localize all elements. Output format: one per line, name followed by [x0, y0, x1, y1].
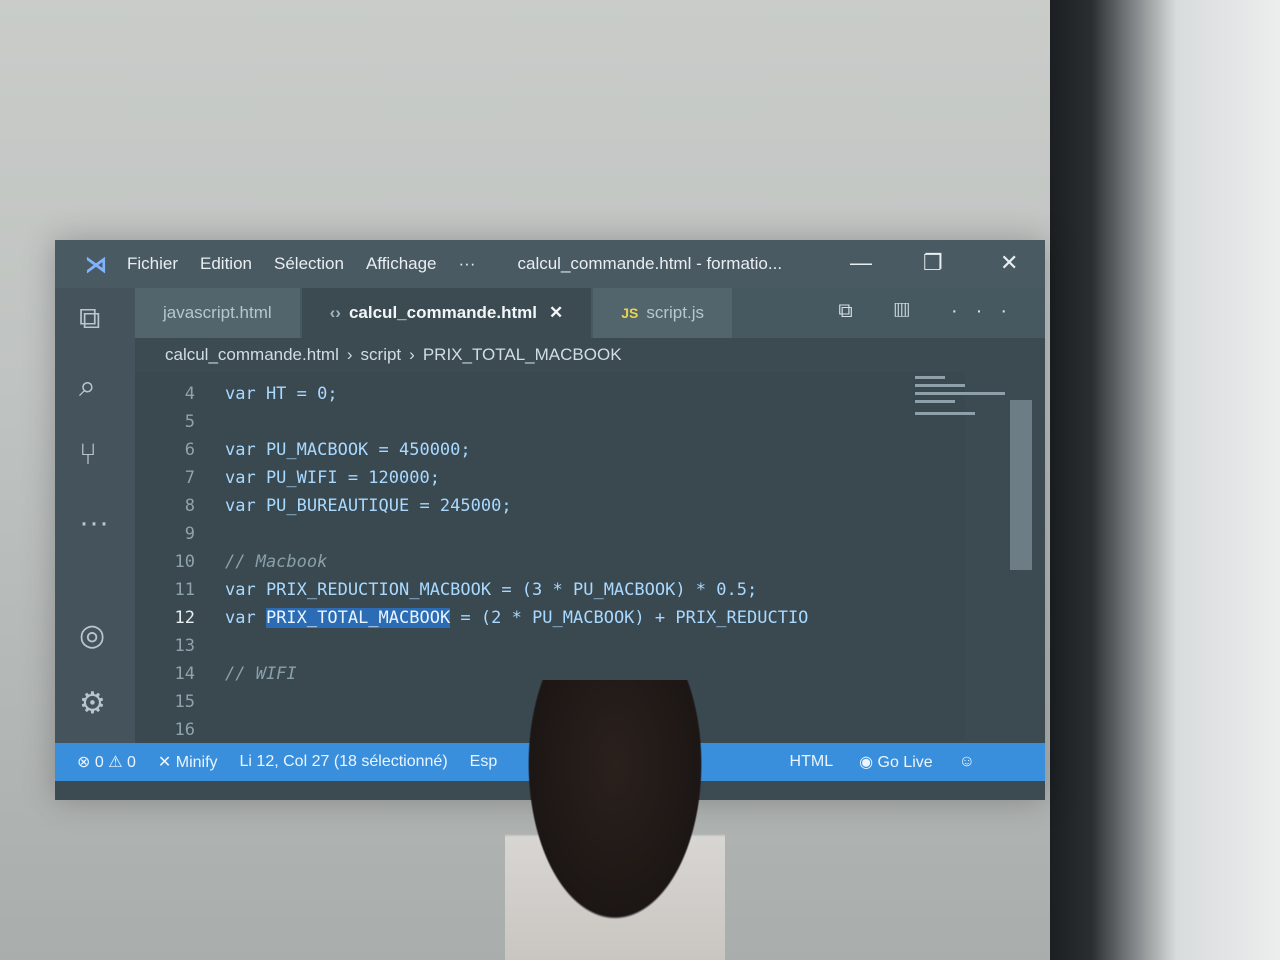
close-tab-icon[interactable]: ✕ [549, 303, 563, 323]
go-live-button[interactable]: ◉ Go Live [859, 752, 933, 772]
audience-person-silhouette [505, 680, 725, 960]
language-mode[interactable]: HTML [790, 753, 834, 771]
code-line: 10 // Macbook [135, 548, 328, 575]
breadcrumb-script[interactable]: script [361, 345, 402, 365]
js-file-icon: JS [621, 305, 639, 321]
source-control-icon[interactable]: ⑂ [79, 438, 97, 472]
code-line: 13 [135, 632, 225, 659]
line-number: 7 [184, 467, 195, 488]
menu-selection[interactable]: Sélection [274, 254, 344, 274]
code-text: var HT = 0; [225, 383, 338, 404]
line-number: 14 [174, 663, 195, 684]
code-line: 8 var PU_BUREAUTIQUE = 245000; [135, 492, 512, 519]
indentation-status[interactable]: Esp [470, 753, 498, 771]
tab-calcul-commande-html[interactable]: ‹› calcul_commande.html ✕ [301, 288, 592, 338]
code-line: 14 // WIFI [135, 660, 297, 687]
vscode-logo-icon: ⋊ [85, 252, 107, 277]
restore-button[interactable]: ❐ [923, 250, 943, 276]
code-comment: // WIFI [225, 663, 297, 684]
breadcrumb: calcul_commande.html › script › PRIX_TOT… [165, 340, 622, 370]
more-icon[interactable]: ··· [79, 506, 109, 540]
minimize-button[interactable]: — [850, 250, 872, 276]
selected-text: PRIX_TOTAL_MACBOOK [265, 607, 451, 628]
code-text: var PU_MACBOOK = 450000; [225, 439, 471, 460]
code-line: 4 var HT = 0; [135, 380, 338, 407]
tab-javascript-html[interactable]: javascript.html [135, 288, 300, 338]
menu-edition[interactable]: Edition [200, 254, 252, 274]
code-text: var [225, 607, 266, 628]
line-number: 15 [174, 691, 195, 712]
code-comment: // Macbook [225, 551, 328, 572]
breadcrumb-file[interactable]: calcul_commande.html [165, 345, 339, 365]
code-line: 7 var PU_WIFI = 120000; [135, 464, 440, 491]
tab-label: script.js [646, 303, 704, 322]
code-line: 16 [135, 716, 225, 743]
code-text: = (2 * PU_MACBOOK) + PRIX_REDUCTIO [450, 607, 809, 628]
search-icon[interactable]: ⌕ [79, 370, 96, 404]
line-number: 6 [184, 439, 195, 460]
line-number: 9 [184, 523, 195, 544]
code-line-current: 12 var PRIX_TOTAL_MACBOOK = (2 * PU_MACBO… [135, 604, 808, 631]
line-number: 10 [174, 551, 195, 572]
chevron-right-icon: › [409, 345, 415, 364]
account-icon[interactable]: ◎ [79, 618, 105, 653]
line-number: 11 [174, 579, 195, 600]
line-number: 4 [184, 383, 195, 404]
feedback-icon[interactable]: ☺ [959, 753, 975, 771]
line-number: 5 [184, 411, 195, 432]
activity-bar: ⧉ ⌕ ⑂ ··· ◎ ⚙ [55, 288, 135, 743]
line-number: 13 [174, 635, 195, 656]
code-text: var PRIX_REDUCTION_MACBOOK = (3 * PU_MAC… [225, 579, 758, 600]
close-window-button[interactable]: ✕ [1000, 250, 1018, 276]
code-line: 15 [135, 688, 225, 715]
broadcast-icon: ◉ [859, 754, 878, 771]
status-right: HTML ◉ Go Live ☺ [790, 743, 975, 781]
menu-affichage[interactable]: Affichage [366, 254, 437, 274]
menu-fichier[interactable]: Fichier [127, 254, 178, 274]
editor-tabs: javascript.html ‹› calcul_commande.html … [135, 288, 1045, 338]
code-line: 9 [135, 520, 225, 547]
minimap[interactable] [915, 372, 1015, 452]
explorer-icon[interactable]: ⧉ [79, 302, 100, 336]
breadcrumb-symbol[interactable]: PRIX_TOTAL_MACBOOK [423, 345, 622, 365]
tab-label: javascript.html [163, 303, 272, 322]
problems-indicator[interactable]: ⊗ 0 ⚠ 0 [77, 752, 136, 772]
line-number: 8 [184, 495, 195, 516]
code-line: 6 var PU_MACBOOK = 450000; [135, 436, 471, 463]
code-line: 5 [135, 408, 225, 435]
code-line: 11 var PRIX_REDUCTION_MACBOOK = (3 * PU_M… [135, 576, 758, 603]
editor-actions[interactable]: ⧉ ▥ ··· [838, 300, 1025, 323]
line-number: 16 [174, 719, 195, 740]
tab-script-js[interactable]: JS script.js [593, 288, 732, 338]
code-text: var PU_WIFI = 120000; [225, 467, 440, 488]
line-number: 12 [174, 607, 195, 628]
cursor-position[interactable]: Li 12, Col 27 (18 sélectionné) [240, 753, 448, 771]
minify-button[interactable]: ✕ Minify [158, 752, 218, 772]
html-file-icon: ‹› [329, 303, 341, 322]
room-background [1050, 0, 1280, 960]
window-title: calcul_commande.html - formatio... [517, 254, 783, 273]
go-live-label: Go Live [877, 754, 933, 771]
tab-label: calcul_commande.html [348, 303, 537, 322]
settings-gear-icon[interactable]: ⚙ [79, 686, 106, 721]
chevron-right-icon: › [346, 345, 353, 364]
title-bar: ⋊ Fichier Edition Sélection Affichage ··… [55, 240, 1045, 288]
scrollbar[interactable] [1010, 400, 1032, 570]
code-text: var PU_BUREAUTIQUE = 245000; [225, 495, 512, 516]
menu-more[interactable]: ··· [459, 254, 476, 274]
